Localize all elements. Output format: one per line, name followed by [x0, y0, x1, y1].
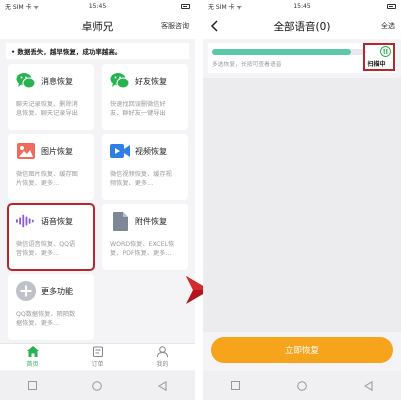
- scan-progress-fill: [212, 49, 351, 55]
- card-desc: 频恢复、更多…: [110, 180, 154, 187]
- voice-list-screen: 无 SIM 卡 ᯤ 15:45 全部语音(0) 全选 多选恢复，长按可查看语音 …: [203, 0, 401, 400]
- tab-home[interactable]: 首页: [0, 344, 65, 370]
- home-icon: [26, 346, 39, 357]
- card-desc: 据恢复、更多…: [16, 320, 60, 327]
- card-title: 好友恢复: [135, 76, 167, 86]
- card-title: 图片恢复: [41, 146, 73, 156]
- tab-label: 我的: [156, 361, 169, 368]
- tab-label: 首页: [26, 361, 39, 368]
- card-desc: 微信语音恢复、QQ语: [16, 241, 76, 248]
- plus-circle-icon: [16, 281, 36, 301]
- recents-icon[interactable]: [231, 381, 241, 390]
- card-desc: 息恢复、聊天记录导出: [16, 110, 78, 117]
- document-icon: [110, 211, 130, 231]
- recents-icon[interactable]: [27, 381, 37, 390]
- battery-icon: [387, 4, 397, 9]
- card-desc: 片恢复、更多…: [16, 180, 60, 187]
- voice-wave-icon: [16, 211, 36, 231]
- scan-hint: 多选恢复，长按可查看语音: [212, 62, 282, 68]
- pause-icon[interactable]: [380, 46, 391, 57]
- select-all-button[interactable]: 全选: [381, 21, 395, 31]
- card-desc: 聊天记录恢复、删除消: [16, 101, 78, 108]
- video-icon: [110, 141, 130, 161]
- wechat-friend-icon: [110, 71, 130, 91]
- clock: 15:45: [88, 3, 107, 10]
- card-title: 语音恢复: [41, 216, 73, 226]
- card-desc: WORD恢复、EXCEL恢: [110, 241, 175, 248]
- customer-service-link[interactable]: 客服咨询: [161, 21, 189, 31]
- voice-recovery-card[interactable]: 语音恢复 微信语音恢复、QQ语 音恢复、更多…: [7, 203, 95, 271]
- profile-icon: [157, 346, 168, 357]
- app-title: 卓师兄: [81, 20, 114, 33]
- home-circle-icon[interactable]: [92, 380, 103, 391]
- voice-list: [203, 78, 401, 332]
- back-chevron-icon[interactable]: [210, 20, 218, 32]
- card-desc: 友、群好友一键导出: [110, 110, 166, 117]
- clock: 15:45: [293, 3, 311, 10]
- back-triangle-icon[interactable]: [363, 380, 373, 391]
- carrier-label: 无 SIM 卡 ᯤ: [208, 4, 242, 11]
- recover-now-button[interactable]: 立即恢复: [211, 337, 393, 363]
- home-circle-icon[interactable]: [297, 380, 307, 391]
- attachment-recovery-card[interactable]: 附件恢复 WORD恢复、EXCEL恢 复、PDF恢复、更多…: [102, 204, 188, 270]
- video-recovery-card[interactable]: 视频恢复 微信视频恢复、缓存视 频恢复、更多…: [102, 134, 188, 200]
- image-recovery-card[interactable]: 图片恢复 微信图片恢复、缓存图 片恢复、更多…: [8, 134, 94, 200]
- message-recovery-card[interactable]: 消息恢复 聊天记录恢复、删除消 息恢复、聊天记录导出: [8, 64, 94, 130]
- tab-label: 订单: [91, 361, 104, 368]
- friend-recovery-card[interactable]: 好友恢复 快速找回误删微信好 友、群好友一键导出: [102, 64, 188, 130]
- card-desc: 微信视频恢复、缓存视: [110, 171, 172, 178]
- tip-banner: • 数据丢失，越早恢复，成功率越高。: [6, 43, 189, 59]
- tab-orders[interactable]: 订单: [65, 344, 130, 370]
- tab-profile[interactable]: 我的: [130, 344, 195, 370]
- wechat-chat-icon: [16, 71, 36, 91]
- scan-progress-panel: 多选恢复，长按可查看语音 扫描中: [208, 43, 396, 73]
- status-bar: 无 SIM 卡 ᯤ 15:45: [203, 0, 401, 13]
- page-title: 全部语音(0): [273, 20, 331, 33]
- top-bar: 全部语音(0) 全选: [203, 13, 401, 39]
- system-nav-bar: [0, 371, 195, 400]
- top-bar: 卓师兄 客服咨询: [0, 13, 195, 39]
- card-desc: 快速找回误删微信好: [110, 101, 166, 108]
- back-triangle-icon[interactable]: [158, 380, 167, 391]
- card-title: 消息恢复: [41, 76, 73, 86]
- system-nav-bar: [203, 371, 401, 400]
- card-title: 视频恢复: [135, 146, 167, 156]
- scan-progress-bar: [212, 49, 366, 55]
- scan-status-box[interactable]: 扫描中: [363, 43, 395, 71]
- image-icon: [16, 141, 36, 161]
- card-desc: QQ数据恢复、陌陌数: [16, 311, 76, 318]
- carrier-label: 无 SIM 卡 ᯤ: [5, 4, 39, 11]
- card-title: 更多功能: [41, 286, 73, 296]
- bottom-tab-bar: 首页 订单 我的: [0, 343, 195, 370]
- order-icon: [92, 346, 103, 357]
- more-features-card[interactable]: 更多功能 QQ数据恢复、陌陌数 据恢复、更多…: [8, 274, 94, 340]
- home-screen: 无 SIM 卡 ᯤ 15:45 卓师兄 客服咨询 • 数据丢失，越早恢复，成功率…: [0, 0, 195, 400]
- battery-icon: [181, 4, 191, 9]
- card-desc: 复、PDF恢复、更多…: [110, 250, 172, 257]
- card-title: 附件恢复: [135, 216, 167, 226]
- card-desc: 音恢复、更多…: [16, 250, 60, 257]
- card-desc: 微信图片恢复、缓存图: [16, 171, 78, 178]
- status-bar: 无 SIM 卡 ᯤ 15:45: [0, 0, 195, 13]
- scan-status-label: 扫描中: [367, 61, 386, 68]
